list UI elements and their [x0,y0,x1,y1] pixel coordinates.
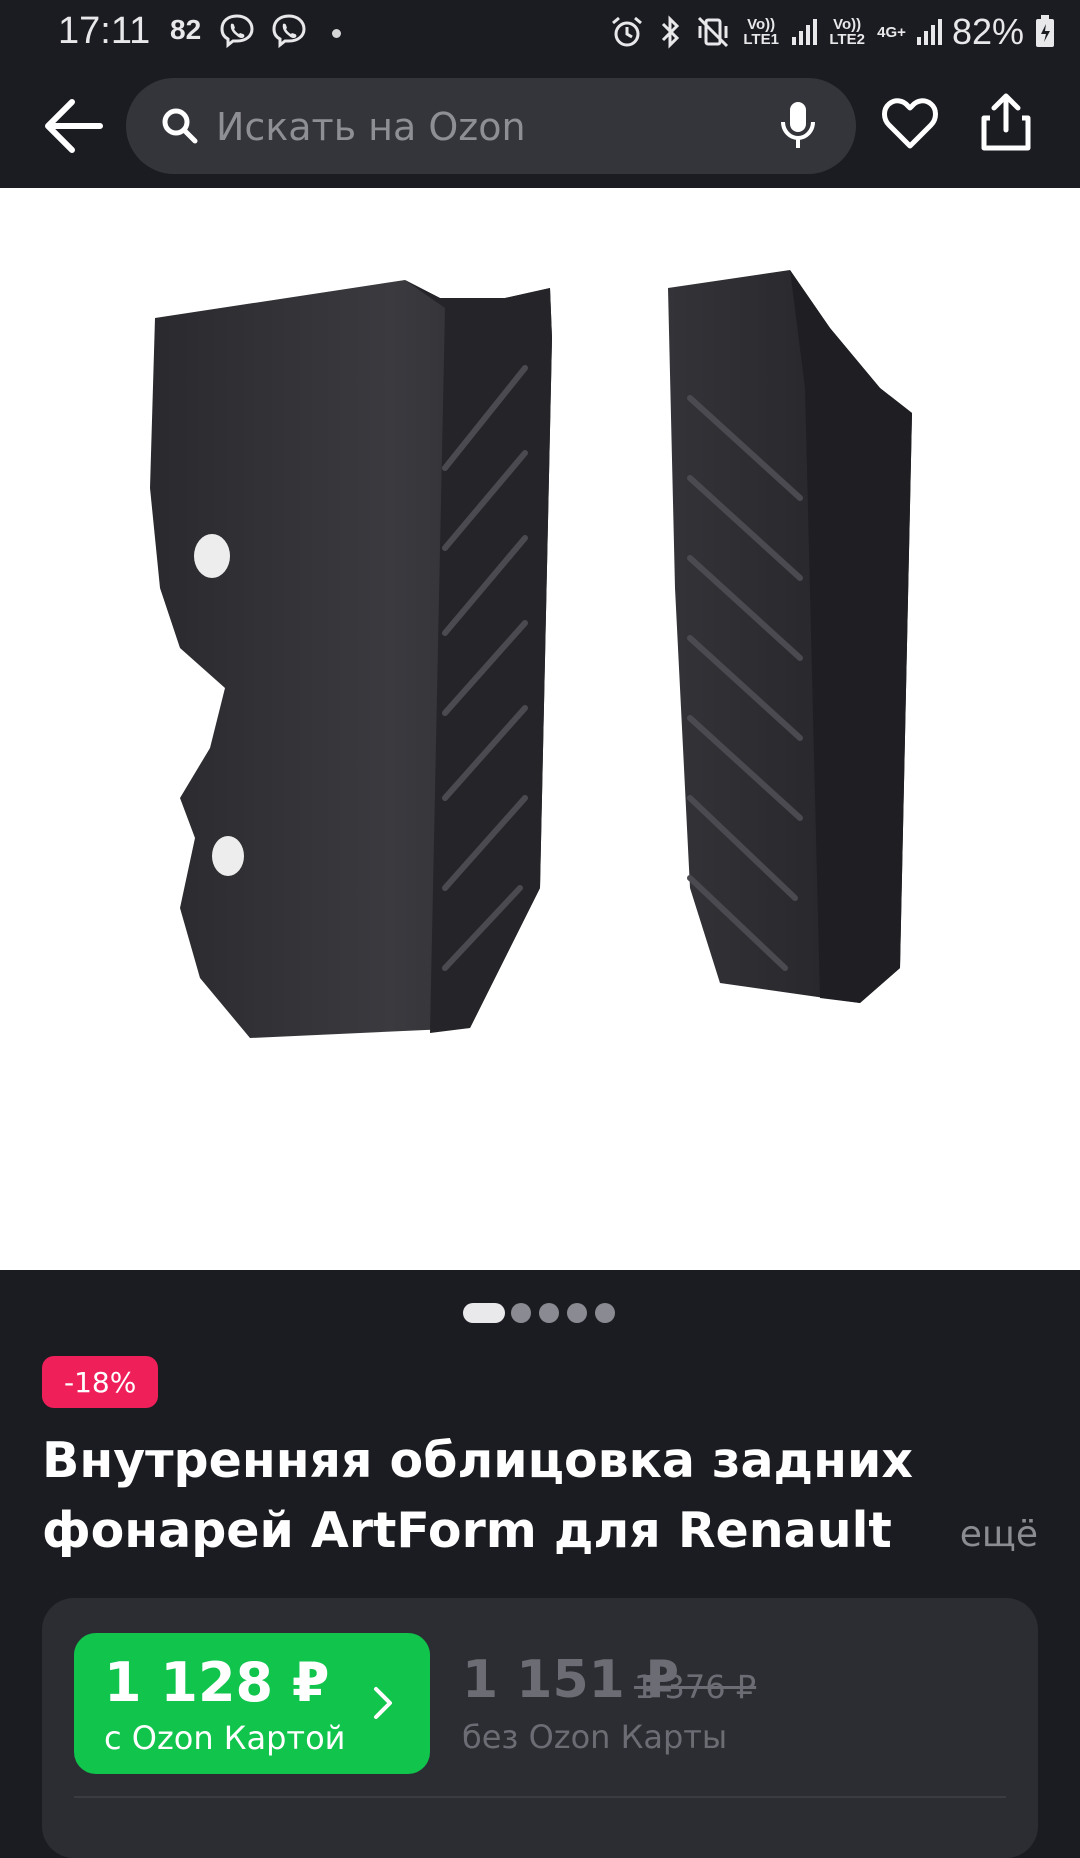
product-gallery[interactable] [0,188,1080,1270]
viber-icon-2 [272,14,306,49]
discount-badge: -18% [42,1356,159,1408]
pagination-dot[interactable] [567,1303,587,1323]
notification-dot [332,29,341,38]
battery-level: 82% [951,11,1024,52]
search-input[interactable] [214,96,778,158]
bluetooth-icon [662,15,680,49]
ozon-card-price-button[interactable]: 1 128 ₽ с Ozon Картой [74,1633,430,1774]
product-image [150,270,912,1038]
signal-icon-1 [792,19,818,45]
status-time: 17:11 [58,10,151,52]
heart-icon[interactable] [880,94,940,154]
search-box[interactable] [126,78,856,174]
network2-label: Vo)) LTE2 [829,16,865,48]
network1-label: Vo)) LTE1 [743,16,779,48]
old-price: 1 376 ₽ [634,1668,757,1706]
alarm-icon [612,16,643,47]
regular-price-label: без Ozon Карты [462,1718,728,1756]
top-nav [0,64,1080,188]
arrow-back-icon[interactable] [38,94,108,158]
ozon-card-label: с Ozon Картой [104,1719,346,1757]
gallery-pagination [0,1303,1080,1323]
pagination-dot[interactable] [539,1303,559,1323]
viber-icon [220,14,254,49]
network-type: 4G+ [877,23,906,41]
status-right: Vo)) LTE1 Vo)) LTE2 4G+ 82% [609,8,1056,56]
vibrate-icon [698,16,729,48]
mic-icon[interactable] [778,100,818,152]
pagination-dot[interactable] [511,1303,531,1323]
status-bar: 17:11 82 Vo)) LTE1 Vo)) LTE2 4G+ 82% [0,0,1080,64]
share-icon[interactable] [976,90,1036,154]
notification-count: 82 [170,14,202,45]
more-link[interactable]: ещё [960,1514,1038,1555]
pagination-dot[interactable] [595,1303,615,1323]
product-title: Внутренняя облицовка задних фонарей ArtF… [42,1432,913,1559]
divider [74,1796,1006,1798]
search-icon [162,108,198,144]
signal-icon-2 [916,19,942,45]
chevron-right-icon [374,1687,392,1719]
pagination-dot-active[interactable] [463,1303,505,1323]
battery-icon [1036,15,1054,47]
ozon-card-price: 1 128 ₽ [104,1651,330,1714]
